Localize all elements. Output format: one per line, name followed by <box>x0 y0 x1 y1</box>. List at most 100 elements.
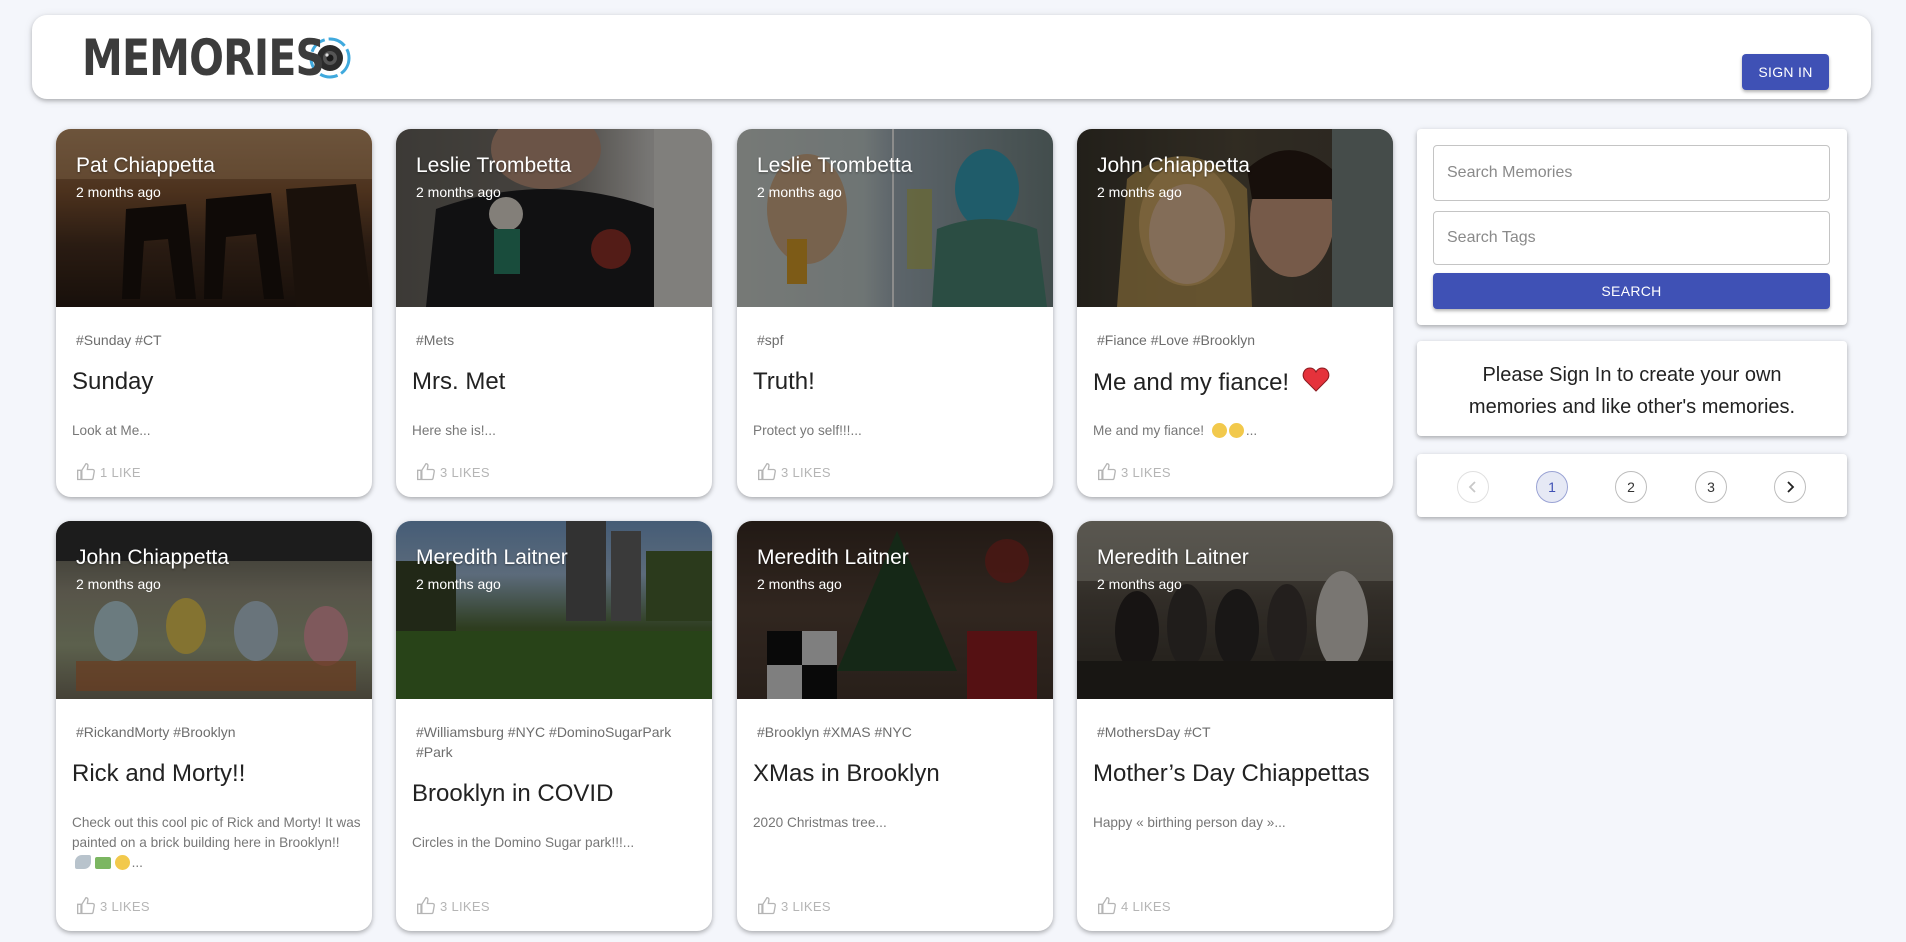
search-panel: SEARCH <box>1417 129 1847 325</box>
like-count: 3 LIKES <box>440 464 490 480</box>
signin-prompt-text: Please Sign In to create your own memori… <box>1468 364 1796 418</box>
like-button[interactable]: 3 LIKES <box>416 462 490 482</box>
card-image[interactable]: John Chiappetta 2 months ago <box>56 521 372 699</box>
card-image[interactable]: Meredith Laitner 2 months ago <box>1077 521 1393 699</box>
app-bar: MEMORIES SIGN IN <box>32 15 1871 99</box>
like-button[interactable]: 1 LIKE <box>76 462 141 482</box>
card-message: Check out this cool pic of Rick and Mort… <box>72 813 362 873</box>
money-emoji-icon <box>94 857 111 869</box>
card-image[interactable]: Leslie Trombetta 2 months ago <box>396 129 712 307</box>
thumb-up-icon <box>758 462 776 481</box>
card-title: Sunday <box>72 368 154 395</box>
card-image[interactable]: Meredith Laitner 2 months ago <box>737 521 1053 699</box>
ellipsis: ... <box>1245 423 1258 438</box>
like-count: 1 LIKE <box>100 464 141 480</box>
card-time: 2 months ago <box>76 576 161 592</box>
card-title: Brooklyn in COVID <box>412 780 614 807</box>
pagination: 1 2 3 <box>1417 454 1847 517</box>
thumb-up-icon <box>77 462 95 481</box>
card-message: Protect yo self!!!... <box>753 423 862 438</box>
like-count: 3 LIKES <box>781 464 831 480</box>
card-title: Mrs. Met <box>412 368 506 395</box>
sign-in-button[interactable]: SIGN IN <box>1742 54 1829 90</box>
thumb-up-icon <box>77 896 95 915</box>
like-button[interactable]: 3 LIKES <box>757 462 831 482</box>
card-message: Circles in the Domino Sugar park!!!... <box>412 835 635 850</box>
memory-card: Leslie Trombetta 2 months ago #spf Truth… <box>737 129 1053 497</box>
like-count: 3 LIKES <box>781 898 831 914</box>
like-count: 3 LIKES <box>100 898 150 914</box>
card-author: Pat Chiappetta <box>76 154 215 177</box>
card-image[interactable]: Meredith Laitner 2 months ago <box>396 521 712 699</box>
card-tags: #Fiance #Love #Brooklyn <box>1097 332 1255 348</box>
card-author: John Chiappetta <box>76 546 229 569</box>
card-title: Truth! <box>753 368 815 395</box>
search-button[interactable]: SEARCH <box>1433 273 1830 309</box>
chevron-right-icon <box>1787 481 1795 493</box>
chevron-left-icon <box>1468 481 1476 493</box>
card-author: John Chiappetta <box>1097 154 1250 177</box>
card-message: Happy « birthing person day »... <box>1093 815 1286 830</box>
card-message-text: Check out this cool pic of Rick and Mort… <box>72 815 361 850</box>
thumb-up-icon <box>417 462 435 481</box>
card-image[interactable]: Leslie Trombetta 2 months ago <box>737 129 1053 307</box>
card-tags: #RickandMorty #Brooklyn <box>76 724 236 740</box>
memory-card: Meredith Laitner 2 months ago #MothersDa… <box>1077 521 1393 931</box>
card-time: 2 months ago <box>76 184 161 200</box>
like-button[interactable]: 4 LIKES <box>1097 896 1171 916</box>
card-title: Rick and Morty!! <box>72 760 246 787</box>
thumb-up-icon <box>1098 462 1116 481</box>
smiling-face-hearts-emoji-icon <box>1228 423 1244 438</box>
like-button[interactable]: 3 LIKES <box>76 896 150 916</box>
thumb-up-icon <box>1098 896 1116 915</box>
red-heart-icon <box>1302 367 1330 392</box>
like-count: 3 LIKES <box>1121 464 1171 480</box>
prev-page-button[interactable] <box>1457 471 1489 503</box>
search-memories-input[interactable] <box>1433 145 1830 201</box>
card-time: 2 months ago <box>1097 576 1182 592</box>
card-title: Me and my fiance! <box>1093 367 1330 398</box>
memory-card: Meredith Laitner 2 months ago #Williamsb… <box>396 521 712 931</box>
card-image[interactable]: Pat Chiappetta 2 months ago <box>56 129 372 307</box>
card-author: Meredith Laitner <box>1097 546 1249 569</box>
card-author: Leslie Trombetta <box>416 154 572 177</box>
like-count: 4 LIKES <box>1121 898 1171 914</box>
card-tags: #MothersDay #CT <box>1097 724 1211 740</box>
like-button[interactable]: 3 LIKES <box>757 896 831 916</box>
thumb-up-icon <box>417 896 435 915</box>
card-tags: #spf <box>757 332 784 348</box>
signin-prompt-panel: Please Sign In to create your own memori… <box>1417 341 1847 436</box>
card-title-text: Me and my fiance! <box>1093 369 1290 396</box>
like-button[interactable]: 3 LIKES <box>416 896 490 916</box>
card-tags: #Williamsburg #NYC #DominoSugarPark #Par… <box>416 724 672 760</box>
like-button[interactable]: 3 LIKES <box>1097 462 1171 482</box>
sunglasses-face-emoji-icon <box>114 855 130 870</box>
memory-card: Pat Chiappetta 2 months ago #Sunday #CT … <box>56 129 372 497</box>
card-message-text: Me and my fiance! <box>1093 423 1205 438</box>
card-message: Here she is!... <box>412 423 496 438</box>
card-title: Mother’s Day Chiappettas <box>1093 760 1370 787</box>
card-time: 2 months ago <box>757 184 842 200</box>
page-button-3[interactable]: 3 <box>1695 471 1727 503</box>
memory-card: John Chiappetta 2 months ago #RickandMor… <box>56 521 372 931</box>
card-time: 2 months ago <box>757 576 842 592</box>
card-title: XMas in Brooklyn <box>753 760 940 787</box>
search-tags-input[interactable] <box>1433 211 1830 265</box>
like-count: 3 LIKES <box>440 898 490 914</box>
card-message: Me and my fiance! ... <box>1093 421 1383 441</box>
card-author: Leslie Trombetta <box>757 154 913 177</box>
card-image[interactable]: John Chiappetta 2 months ago <box>1077 129 1393 307</box>
page-button-2[interactable]: 2 <box>1615 471 1647 503</box>
brand-title: MEMORIES <box>82 29 325 87</box>
brand[interactable]: MEMORIES <box>82 33 352 83</box>
card-author: Meredith Laitner <box>757 546 909 569</box>
next-page-button[interactable] <box>1774 471 1806 503</box>
page-button-1[interactable]: 1 <box>1536 471 1568 503</box>
ellipsis: ... <box>131 855 143 870</box>
card-tags: #Brooklyn #XMAS #NYC <box>757 724 912 740</box>
card-time: 2 months ago <box>416 184 501 200</box>
thumb-up-icon <box>758 896 776 915</box>
card-time: 2 months ago <box>416 576 501 592</box>
card-message: 2020 Christmas tree... <box>753 815 887 830</box>
memory-card: Meredith Laitner 2 months ago #Brooklyn … <box>737 521 1053 931</box>
